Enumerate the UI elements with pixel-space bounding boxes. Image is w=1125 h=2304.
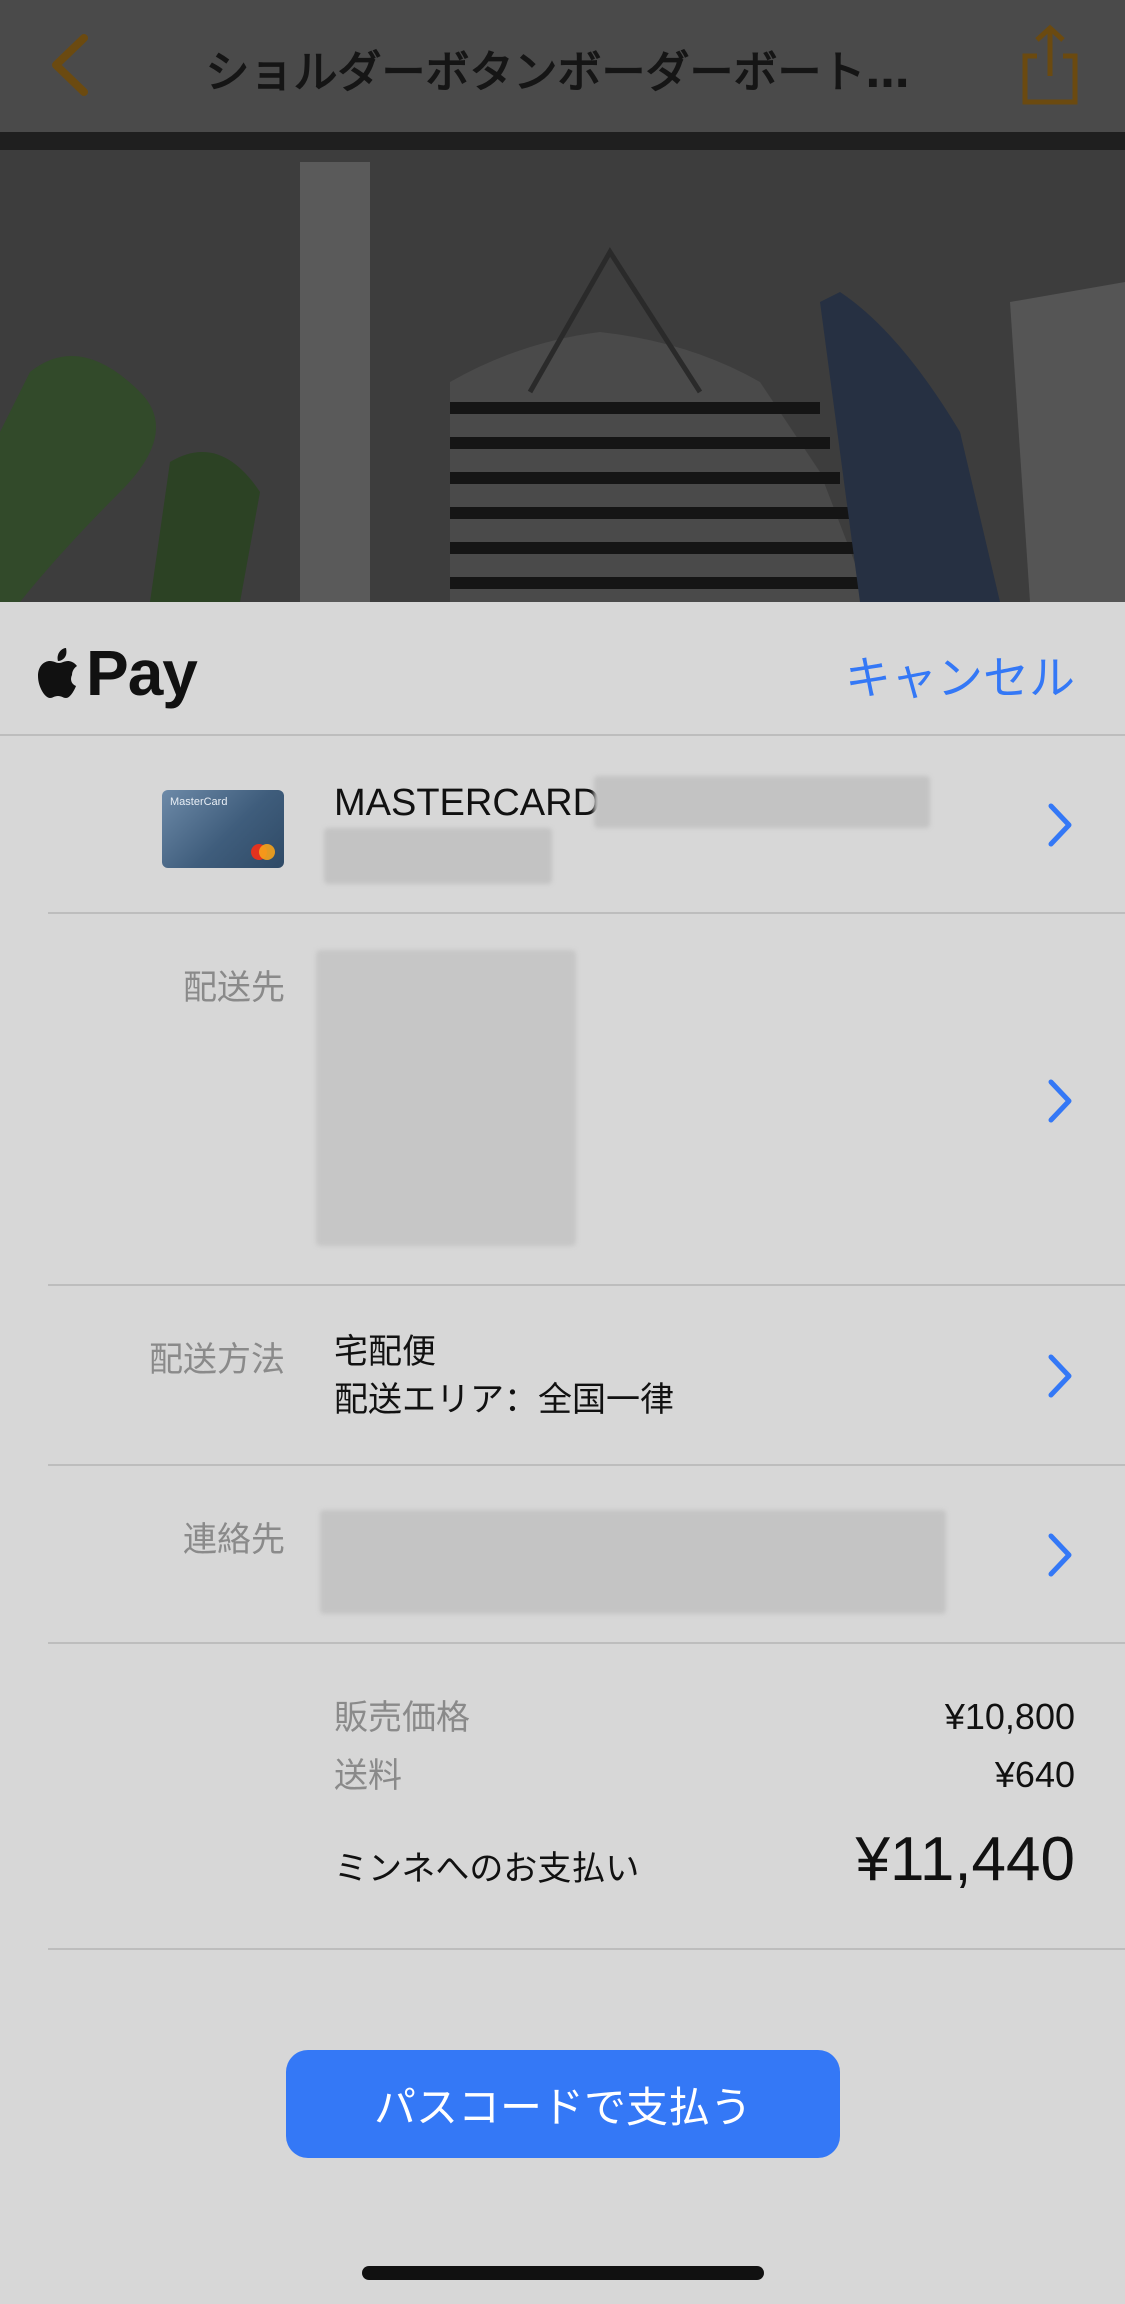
apple-pay-text: Pay	[86, 637, 198, 709]
shipping-fee-line: 送料 ¥640	[334, 1748, 1075, 1797]
total-line: ミンネへのお支払い ¥11,440	[334, 1824, 1075, 1895]
total-label: ミンネへのお支払い	[334, 1849, 640, 1889]
subtotal-line: 販売価格 ¥10,800	[334, 1690, 1075, 1739]
contact-label: 連絡先	[183, 1520, 285, 1560]
redacted-card-number	[594, 776, 930, 828]
shipping-method-name: 宅配便	[334, 1332, 436, 1372]
chevron-left-icon[interactable]	[40, 30, 100, 100]
apple-pay-logo: Pay	[36, 637, 198, 709]
chevron-right-icon	[1048, 803, 1072, 847]
card-name: MASTERCARD	[334, 782, 601, 824]
chevron-right-icon	[1048, 1079, 1072, 1123]
apple-pay-sheet: Pay キャンセル MasterCard MASTERCARD 配送先 配送方法…	[0, 602, 1125, 2304]
app-bar: ショルダーボタンボーダーボート…	[0, 0, 1125, 132]
apple-icon	[38, 648, 77, 698]
contact-row[interactable]: 連絡先	[48, 1466, 1125, 1644]
sheet-header: Pay キャンセル	[0, 602, 1125, 736]
shipping-fee-value: ¥640	[994, 1754, 1075, 1795]
card-thumbnail: MasterCard	[162, 790, 284, 868]
redacted-address	[316, 950, 576, 1246]
shipping-address-label: 配送先	[183, 968, 285, 1008]
redacted-contact	[320, 1510, 946, 1614]
home-indicator[interactable]	[362, 2266, 764, 2280]
shipping-method-row[interactable]: 配送方法 宅配便 配送エリア：全国一律	[48, 1286, 1125, 1466]
share-icon[interactable]	[1015, 22, 1085, 108]
redacted-card-detail	[324, 828, 552, 884]
mastercard-logo-icon	[251, 844, 275, 860]
total-value: ¥11,440	[855, 1825, 1075, 1894]
cancel-button[interactable]: キャンセル	[845, 642, 1075, 708]
page-title: ショルダーボタンボーダーボート…	[205, 47, 910, 98]
product-photo	[0, 132, 1125, 602]
subtotal-label: 販売価格	[334, 1698, 470, 1738]
chevron-right-icon	[1048, 1533, 1072, 1577]
pay-with-passcode-button[interactable]: パスコードで支払う	[286, 2050, 840, 2158]
chevron-right-icon	[1048, 1354, 1072, 1398]
card-thumbnail-brand: MasterCard	[170, 796, 228, 808]
shipping-method-label: 配送方法	[149, 1340, 285, 1380]
shipping-fee-label: 送料	[334, 1756, 402, 1796]
payment-card-row[interactable]: MasterCard MASTERCARD	[48, 738, 1125, 914]
shipping-address-row[interactable]: 配送先	[48, 914, 1125, 1286]
shipping-method-area: 配送エリア：全国一律	[334, 1380, 674, 1420]
order-summary: 販売価格 ¥10,800 送料 ¥640 ミンネへのお支払い ¥11,440	[48, 1644, 1125, 1950]
subtotal-value: ¥10,800	[944, 1696, 1075, 1737]
